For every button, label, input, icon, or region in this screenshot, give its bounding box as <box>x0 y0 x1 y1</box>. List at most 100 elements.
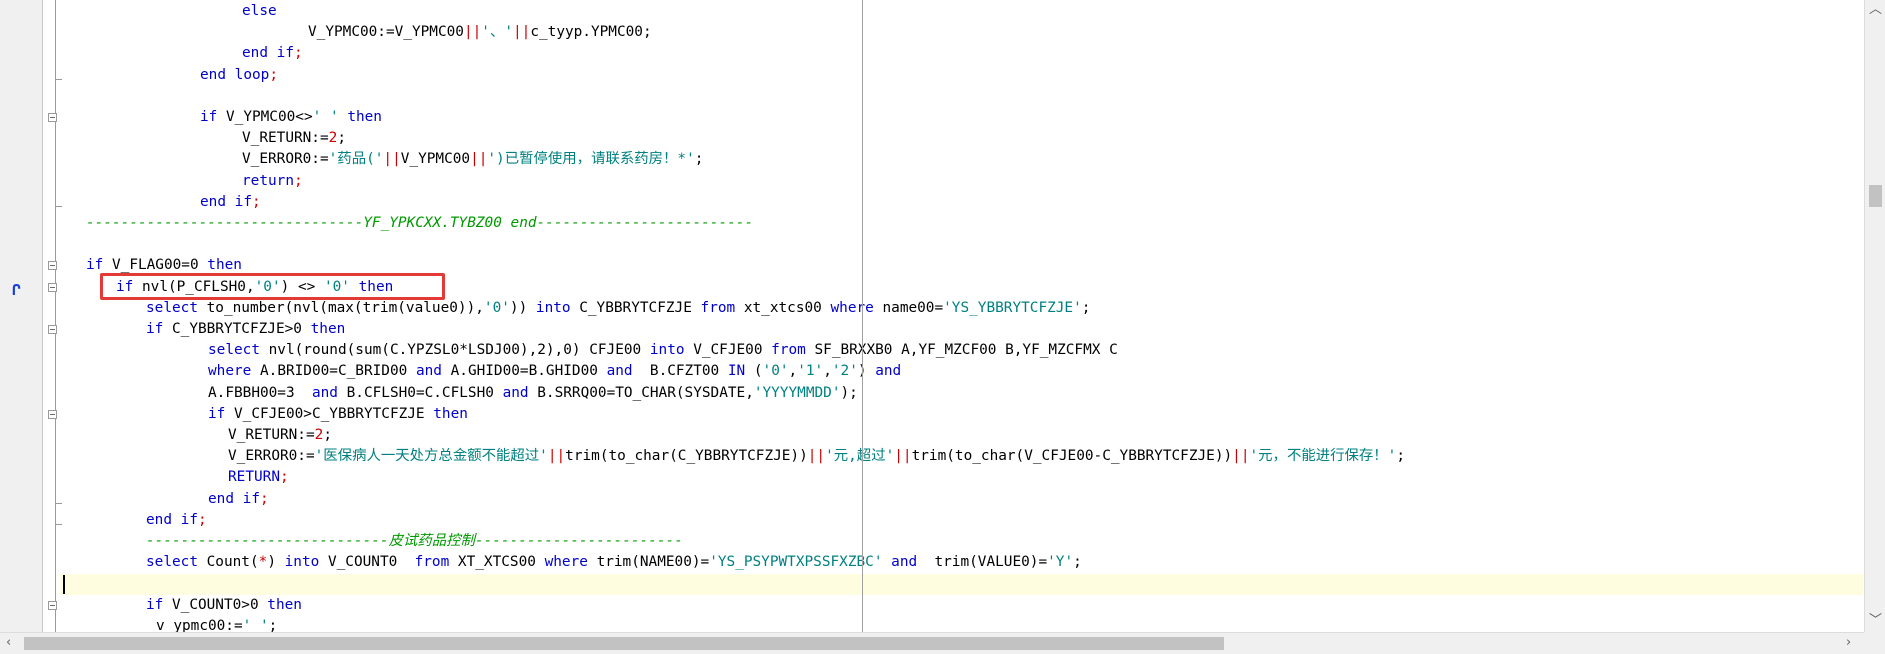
chevron-left-icon[interactable]: ‹ <box>6 636 11 649</box>
code-token: ; <box>337 130 346 147</box>
code-token: V_YPMC00:=V_YPMC00 <box>308 24 464 41</box>
code-token: if <box>86 257 104 274</box>
code-token: * <box>258 554 268 571</box>
vertical-scrollbar[interactable]: ︿ ﹀ <box>1864 0 1885 632</box>
code-token: from <box>771 342 806 359</box>
chevron-right-icon[interactable]: › <box>1846 636 1851 649</box>
code-token: ; <box>279 469 289 486</box>
code-line[interactable]: A.FBBH00=3 and B.CFLSH0=C.CFLSH0 and B.S… <box>208 383 858 404</box>
line-gutter <box>0 0 43 632</box>
fold-minus-icon[interactable] <box>48 325 57 334</box>
code-line[interactable]: return; <box>242 171 303 192</box>
code-token: RETURN <box>228 469 280 486</box>
code-token: ' ' <box>312 109 339 125</box>
code-line[interactable]: --------------------------------YF_YPKCX… <box>86 213 753 234</box>
code-token: 'YYYYMMDD' <box>753 384 841 401</box>
code-token: and <box>502 384 529 401</box>
code-line[interactable]: else <box>242 1 277 22</box>
chevron-down-icon[interactable]: ﹀ <box>1869 614 1882 627</box>
code-token: || <box>463 24 482 41</box>
fold-minus-icon[interactable] <box>48 600 57 610</box>
code-token: SF_BRXXB0 A,YF_MZCF00 B,YF_MZCFMX C <box>805 342 1118 359</box>
code-token: then <box>347 109 382 125</box>
code-token: '元,超过' <box>825 448 895 465</box>
code-token: then <box>267 596 302 613</box>
code-line[interactable]: where A.BRID00=C_BRID00 and A.GHID00=B.G… <box>208 361 901 382</box>
code-token: end if <box>146 511 198 528</box>
code-token: || <box>470 151 488 168</box>
code-token: V_YPMC00<> <box>217 109 313 125</box>
code-token: ; <box>1081 299 1091 316</box>
code-area[interactable]: else V_YPMC00:=V_YPMC00||'、'||c_tyyp.YPMC… <box>66 0 1863 632</box>
fold-minus-icon[interactable] <box>48 261 57 271</box>
code-token: '0' <box>483 299 510 316</box>
code-token: to_number(nvl(max(trim(value0)), <box>197 299 484 316</box>
code-line[interactable]: end if; <box>208 489 269 510</box>
highlight-box <box>100 273 445 300</box>
code-line[interactable]: V_ERROR0:='药品('||V_YPMC00||')已暂停使用，请联系药房… <box>242 149 703 170</box>
code-line[interactable]: V_RETURN:=2; <box>242 128 346 149</box>
code-token: || <box>383 151 401 168</box>
code-token: B.CFLSH0=C.CFLSH0 <box>337 384 503 401</box>
horizontal-scrollbar[interactable]: ‹ › <box>0 632 1864 654</box>
code-token: '药品(' <box>328 151 384 168</box>
chevron-up-icon[interactable]: ︿ <box>1869 3 1882 16</box>
code-token: ; <box>251 193 261 210</box>
vertical-scroll-thumb[interactable] <box>1869 185 1882 207</box>
code-token: || <box>807 448 826 465</box>
code-line[interactable]: end loop; <box>200 65 278 86</box>
text-caret <box>63 575 65 594</box>
horizontal-scroll-thumb[interactable] <box>24 637 1224 650</box>
code-line[interactable]: select Count(*) into V_COUNT0 from XT_XT… <box>146 552 1082 573</box>
fold-minus-icon[interactable] <box>48 113 57 122</box>
code-token: ; <box>694 151 704 168</box>
code-line[interactable]: ----------------------------皮试药品控制------… <box>146 531 683 552</box>
code-token: c_tyyp.YPMC00; <box>530 24 652 41</box>
code-token: then <box>433 405 468 422</box>
code-line[interactable]: end if; <box>146 510 207 531</box>
code-line[interactable]: if V_CFJE00>C_YBBRYTCFZJE then <box>208 404 468 425</box>
code-token: ' ' <box>242 617 269 632</box>
code-line[interactable]: V_ERROR0:='医保病人一天处方总金额不能超过'||trim(to_cha… <box>228 446 1405 467</box>
code-editor[interactable]: Ր else V_YPMC00:=V_YPMC00||'、'||c_tyyp.YP… <box>0 0 1885 654</box>
code-token: B.SRRQ00=TO_CHAR(SYSDATE, <box>528 384 754 401</box>
code-token: end loop <box>200 66 270 83</box>
code-token: ----------------------------皮试药品控制------… <box>146 533 683 549</box>
code-token: ; <box>268 617 278 632</box>
code-token: || <box>547 448 566 465</box>
code-token: where <box>830 299 874 316</box>
code-token: select <box>146 554 198 571</box>
code-token: V_CFJE00>C_YBBRYTCFZJE <box>225 405 434 422</box>
code-token: || <box>894 448 912 465</box>
code-line[interactable]: V_RETURN:=2; <box>228 425 332 446</box>
fold-minus-icon[interactable] <box>48 409 57 419</box>
code-token: C_YBBRYTCFZJE>0 <box>163 321 311 337</box>
code-line[interactable]: if V_YPMC00<>' ' then <box>200 107 382 128</box>
code-token: ; <box>269 66 278 83</box>
code-token: V_YPMC00 <box>400 151 471 168</box>
code-line[interactable]: V_YPMC00:=V_YPMC00||'、'||c_tyyp.YPMC00; <box>308 22 652 43</box>
code-token: and <box>891 554 918 571</box>
edge-column-guide <box>862 0 863 632</box>
code-line[interactable]: if V_COUNT0>0 then <box>146 595 302 616</box>
code-line[interactable]: end if; <box>242 43 303 64</box>
code-token: || <box>513 24 531 41</box>
code-token: and <box>606 363 633 380</box>
code-line[interactable]: end if; <box>200 192 261 213</box>
code-line[interactable]: if C_YBBRYTCFZJE>0 then <box>146 319 345 340</box>
code-token: where <box>208 363 252 380</box>
code-token: ; <box>1073 554 1082 571</box>
code-token: end if <box>200 193 252 210</box>
fold-minus-icon[interactable] <box>48 282 57 292</box>
code-token: into <box>535 299 571 316</box>
code-token: A.GHID00=B.GHID00 <box>441 363 607 380</box>
bookmark-icon[interactable]: Ր <box>12 283 21 298</box>
code-line[interactable]: select nvl(round(sum(C.YPZSL0*LSDJ00),2)… <box>208 340 1118 361</box>
code-line[interactable]: select to_number(nvl(max(trim(value0)),'… <box>146 298 1090 319</box>
code-token: 'YS_YBBRYTCFZJE' <box>943 299 1082 316</box>
code-token: where <box>544 554 588 571</box>
fold-end-marker <box>55 78 62 80</box>
code-line[interactable]: RETURN; <box>228 467 289 488</box>
code-line[interactable]: v_ypmc00:=' '; <box>156 616 277 632</box>
